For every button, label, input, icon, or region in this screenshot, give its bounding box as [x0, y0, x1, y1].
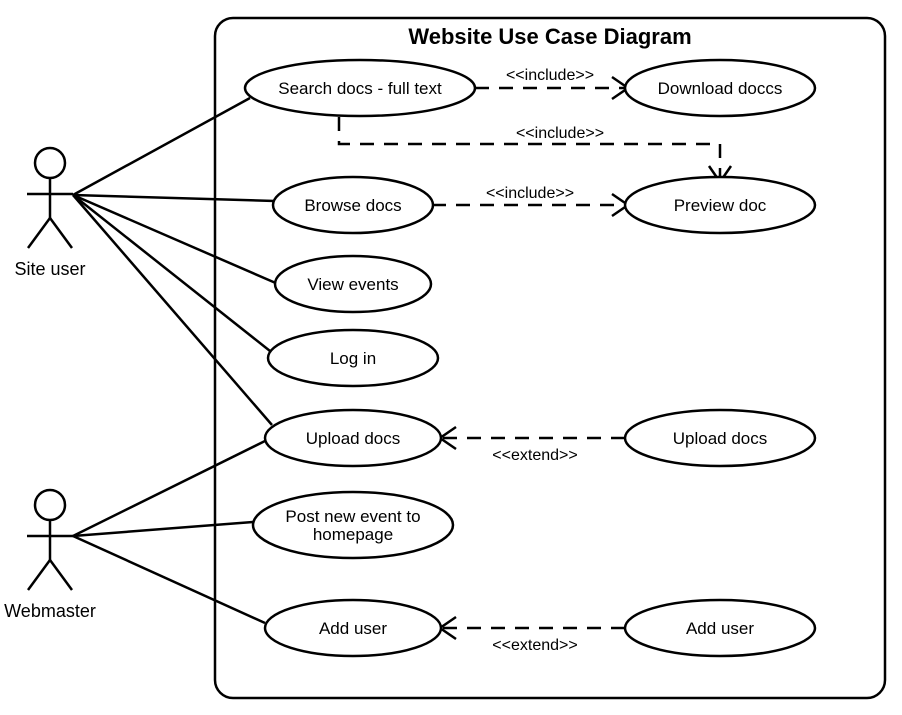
assoc-webmaster-postevent: [73, 522, 253, 536]
usecase-post-event: Post new event to homepage: [253, 492, 453, 558]
usecase-view-events: View events: [275, 256, 431, 312]
actor-label-webmaster: Webmaster: [4, 601, 96, 621]
extend-upload: <<extend>>: [440, 427, 625, 464]
assoc-webmaster-adduser: [73, 536, 265, 623]
stereotype-include-3: <<include>>: [486, 185, 574, 202]
usecase-search: Search docs - full text: [245, 60, 475, 116]
assoc-siteuser-upload: [73, 195, 272, 425]
actor-webmaster: Webmaster: [4, 490, 96, 621]
usecase-label-adduser-right: Add user: [686, 619, 754, 638]
extend-adduser: <<extend>>: [440, 617, 625, 654]
assoc-siteuser-login: [73, 195, 270, 351]
usecase-label-browse: Browse docs: [304, 196, 401, 215]
usecase-adduser-left: Add user: [265, 600, 441, 656]
usecase-label-post-event-2: homepage: [313, 525, 393, 544]
assoc-webmaster-upload: [73, 441, 265, 536]
assoc-siteuser-viewevents: [73, 195, 278, 284]
usecase-label-upload-left: Upload docs: [306, 429, 401, 448]
usecase-label-login: Log in: [330, 349, 376, 368]
assoc-siteuser-browse: [73, 195, 275, 201]
usecase-label-post-event-1: Post new event to: [285, 507, 420, 526]
stereotype-include-2: <<include>>: [516, 125, 604, 142]
assoc-siteuser-search: [73, 98, 250, 195]
usecase-label-adduser-left: Add user: [319, 619, 387, 638]
stereotype-extend-1: <<extend>>: [492, 447, 577, 464]
stereotype-include-1: <<include>>: [506, 67, 594, 84]
usecase-label-download: Download doccs: [658, 79, 783, 98]
usecase-upload-right: Upload docs: [625, 410, 815, 466]
usecase-download: Download doccs: [625, 60, 815, 116]
usecase-upload-left: Upload docs: [265, 410, 441, 466]
include-search-preview: <<include>>: [339, 117, 731, 182]
include-browse-preview: <<include>>: [432, 185, 628, 216]
usecase-label-preview: Preview doc: [674, 196, 767, 215]
usecase-adduser-right: Add user: [625, 600, 815, 656]
diagram-title: Website Use Case Diagram: [408, 24, 691, 49]
usecase-label-search: Search docs - full text: [278, 79, 442, 98]
stereotype-extend-2: <<extend>>: [492, 637, 577, 654]
usecase-preview: Preview doc: [625, 177, 815, 233]
include-search-download: <<include>>: [475, 67, 628, 99]
usecase-label-upload-right: Upload docs: [673, 429, 768, 448]
usecase-browse: Browse docs: [273, 177, 433, 233]
actor-label-site-user: Site user: [14, 259, 85, 279]
actor-site-user: Site user: [14, 148, 85, 279]
usecase-login: Log in: [268, 330, 438, 386]
usecase-label-view-events: View events: [307, 275, 398, 294]
use-case-diagram: Website Use Case Diagram Site user Webma…: [0, 0, 902, 715]
